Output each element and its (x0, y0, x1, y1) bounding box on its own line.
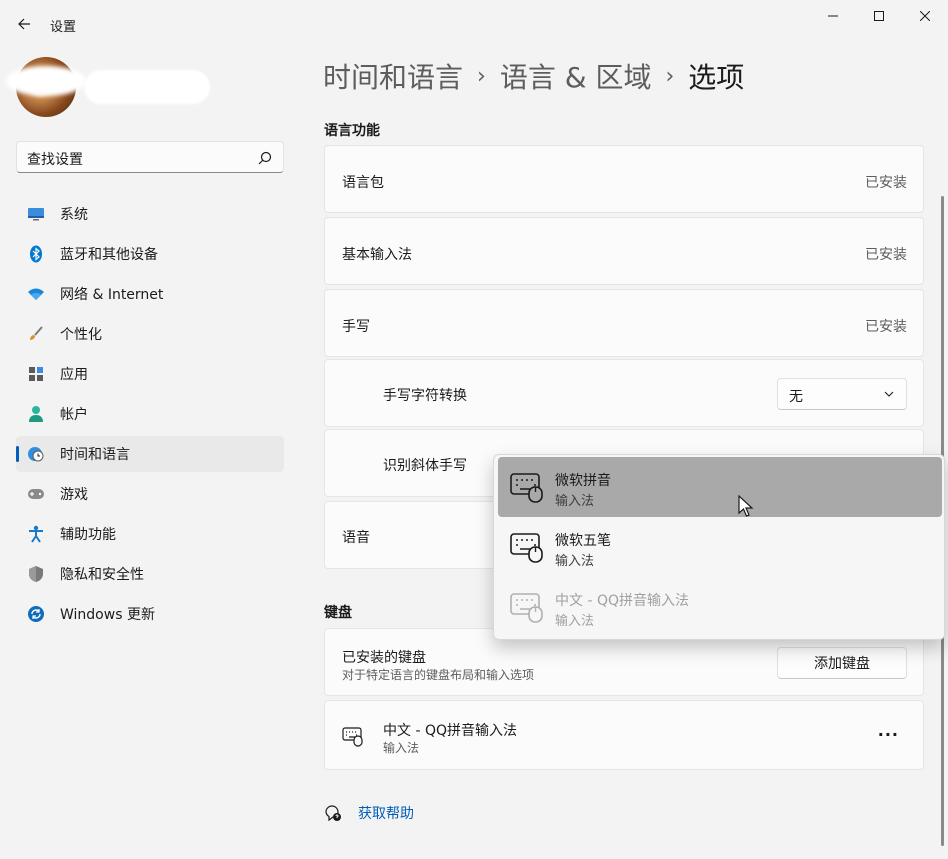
sidebar-item-label: 游戏 (60, 487, 88, 503)
brush-icon (26, 324, 46, 344)
more-options-button[interactable]: ··· (878, 725, 899, 744)
sidebar-item-label: 个性化 (60, 327, 102, 343)
language-pack-label: 语言包 (342, 175, 384, 191)
breadcrumb: 时间和语言 › 语言 & 区域 › 选项 (323, 56, 744, 96)
section-title-keyboard: 键盘 (324, 605, 352, 621)
language-pack-card[interactable]: 语言包 已安装 (324, 145, 924, 213)
flyout-item-name: 微软拼音 (555, 473, 611, 489)
keyboard-icon (342, 727, 363, 747)
sidebar-item-privacy[interactable]: 隐私和安全性 (16, 556, 284, 592)
person-icon (26, 404, 46, 424)
flyout-item-microsoft-wubi[interactable]: 微软五笔 输入法 (498, 517, 942, 577)
sidebar-item-label: 应用 (60, 367, 88, 383)
apps-icon (26, 364, 46, 384)
sidebar-nav: 系统 蓝牙和其他设备 网络 & Internet 个性化 应用 帐户 时间和语言 (16, 196, 284, 636)
section-title-language-features: 语言功能 (324, 123, 380, 139)
handwriting-label: 手写 (342, 319, 370, 335)
maximize-button[interactable] (856, 0, 902, 32)
handwriting-conversion-card: 手写字符转换 无 (324, 359, 924, 427)
gamepad-icon (26, 484, 46, 504)
chevron-down-icon (884, 391, 894, 397)
get-help-link[interactable]: 获取帮助 (324, 803, 414, 823)
add-keyboard-button[interactable]: 添加键盘 (777, 647, 907, 679)
keyboard-icon (510, 593, 543, 623)
sidebar-item-network[interactable]: 网络 & Internet (16, 276, 284, 312)
title-bar: 设置 (0, 0, 948, 48)
keyboard-icon (510, 533, 543, 563)
globe-clock-icon (26, 444, 46, 464)
user-name-redacted (84, 70, 210, 104)
bluetooth-icon (26, 244, 46, 264)
keyboard-item-card: 中文 - QQ拼音输入法 输入法 ··· (324, 700, 924, 770)
sidebar-item-label: 蓝牙和其他设备 (60, 247, 158, 263)
app-title: 设置 (50, 20, 77, 35)
sidebar-item-windows-update[interactable]: Windows 更新 (16, 596, 284, 632)
search-input[interactable]: 查找设置 (27, 149, 83, 169)
search-icon (258, 151, 272, 165)
redaction-mark (6, 66, 86, 96)
accessibility-icon (26, 524, 46, 544)
handwriting-card[interactable]: 手写 已安装 (324, 289, 924, 357)
speech-label: 语音 (342, 530, 370, 546)
keyboard-item-type: 输入法 (383, 741, 420, 755)
dropdown-value: 无 (789, 389, 803, 405)
sidebar-item-accounts[interactable]: 帐户 (16, 396, 284, 432)
flyout-item-type: 输入法 (555, 494, 595, 509)
settings-window: 设置 查找设置 系统 蓝牙和其他设备 网络 & Internet 个性化 应用 … (0, 0, 948, 859)
minimize-icon (828, 15, 838, 17)
sidebar-item-system[interactable]: 系统 (16, 196, 284, 232)
shield-icon (26, 564, 46, 584)
sidebar-item-time-language[interactable]: 时间和语言 (16, 436, 284, 472)
basic-typing-label: 基本输入法 (342, 247, 412, 263)
flyout-item-qq-pinyin: 中文 - QQ拼音输入法 输入法 (498, 577, 942, 637)
flyout-item-type: 输入法 (555, 554, 595, 569)
sidebar-item-label: 帐户 (60, 407, 88, 423)
keyboard-icon (510, 473, 543, 503)
sidebar-item-gaming[interactable]: 游戏 (16, 476, 284, 512)
flyout-item-name: 中文 - QQ拼音输入法 (555, 593, 689, 609)
keyboard-item-name: 中文 - QQ拼音输入法 (383, 723, 517, 739)
handwriting-conversion-label: 手写字符转换 (383, 388, 467, 404)
maximize-icon (874, 11, 884, 21)
back-button[interactable] (10, 10, 38, 38)
close-icon (920, 11, 930, 21)
minimize-button[interactable] (810, 0, 856, 32)
page-title: 选项 (688, 61, 745, 94)
flyout-item-type: 输入法 (555, 614, 595, 629)
sidebar-item-label: 时间和语言 (60, 447, 130, 463)
help-icon (325, 805, 341, 822)
sidebar-item-label: 网络 & Internet (60, 287, 164, 303)
handwriting-conversion-dropdown[interactable]: 无 (777, 378, 907, 410)
installed-keyboards-description: 对于特定语言的键盘布局和输入选项 (342, 668, 535, 682)
close-button[interactable] (902, 0, 948, 32)
breadcrumb-separator: › (477, 63, 486, 89)
flyout-item-name: 微软五笔 (555, 533, 611, 549)
breadcrumb-item-time-language[interactable]: 时间和语言 (323, 56, 463, 96)
breadcrumb-separator: › (665, 63, 675, 89)
update-icon (26, 604, 46, 624)
sidebar-item-bluetooth[interactable]: 蓝牙和其他设备 (16, 236, 284, 272)
sidebar-item-apps[interactable]: 应用 (16, 356, 284, 392)
language-pack-status: 已安装 (865, 175, 907, 191)
sidebar-item-label: 辅助功能 (60, 527, 116, 543)
sidebar-item-personalization[interactable]: 个性化 (16, 316, 284, 352)
search-box[interactable]: 查找设置 (16, 141, 284, 173)
basic-typing-status: 已安装 (865, 247, 907, 263)
get-help-label: 获取帮助 (358, 806, 414, 822)
sidebar-item-label: Windows 更新 (60, 607, 155, 623)
breadcrumb-item-language-region[interactable]: 语言 & 区域 (500, 56, 652, 96)
handwriting-status: 已安装 (865, 319, 907, 335)
installed-keyboards-label: 已安装的键盘 (342, 650, 426, 666)
sidebar-item-accessibility[interactable]: 辅助功能 (16, 516, 284, 552)
sidebar-item-label: 隐私和安全性 (60, 567, 144, 583)
basic-typing-card[interactable]: 基本输入法 已安装 (324, 217, 924, 285)
mouse-cursor-icon (738, 495, 754, 517)
cursive-handwriting-label: 识别斜体手写 (383, 458, 467, 474)
back-arrow-icon (18, 18, 30, 30)
sidebar-item-label: 系统 (60, 207, 88, 223)
wifi-icon (26, 284, 46, 304)
monitor-icon (26, 204, 46, 224)
flyout-item-microsoft-pinyin[interactable]: 微软拼音 输入法 (498, 457, 942, 517)
add-keyboard-flyout: 微软拼音 输入法 微软五笔 输入法 中文 - QQ拼音输入法 输入法 (493, 454, 945, 640)
